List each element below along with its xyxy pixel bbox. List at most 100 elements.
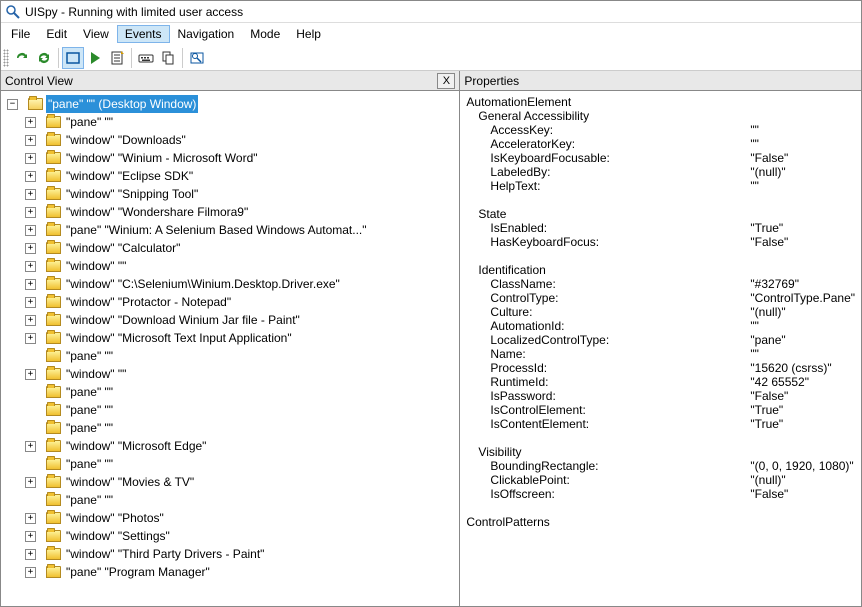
expander-icon[interactable]: + <box>25 171 36 182</box>
expander-icon[interactable]: + <box>25 189 36 200</box>
prop-value: "(null)" <box>750 305 855 319</box>
tree-row[interactable]: + "window" "" <box>3 257 457 275</box>
expander-icon[interactable]: + <box>25 261 36 272</box>
tree-row[interactable]: + "window" "Movies & TV" <box>3 473 457 491</box>
tree-node-label[interactable]: "pane" "" (Desktop Window) <box>46 95 198 113</box>
prop-row: IsControlElement:"True" <box>466 403 855 417</box>
tree-node-label[interactable]: "pane" "Program Manager" <box>64 563 212 581</box>
tree-node-label[interactable]: "window" "Winium - Microsoft Word" <box>64 149 260 167</box>
tree-row[interactable]: + "window" "Wondershare Filmora9" <box>3 203 457 221</box>
tree-node-label[interactable]: "window" "Microsoft Edge" <box>64 437 208 455</box>
tree-row[interactable]: + "window" "Winium - Microsoft Word" <box>3 149 457 167</box>
refresh-icon[interactable] <box>11 47 33 69</box>
toolbar-grip[interactable] <box>3 49 9 67</box>
expander-icon[interactable]: + <box>25 369 36 380</box>
tree-node-label[interactable]: "pane" "" <box>64 347 115 365</box>
tree-row[interactable]: + "window" "Snipping Tool" <box>3 185 457 203</box>
tree-row[interactable]: "pane" "" <box>3 455 457 473</box>
tree-row[interactable]: + "window" "Eclipse SDK" <box>3 167 457 185</box>
tree-node-label[interactable]: "window" "Wondershare Filmora9" <box>64 203 250 221</box>
sheet-icon[interactable] <box>106 47 128 69</box>
menu-mode[interactable]: Mode <box>242 25 288 43</box>
tree-node-label[interactable]: "window" "" <box>64 257 128 275</box>
tree-node-label[interactable]: "window" "Third Party Drivers - Paint" <box>64 545 266 563</box>
expander-icon[interactable]: − <box>7 99 18 110</box>
keyboard-icon[interactable] <box>135 47 157 69</box>
tree-row[interactable]: + "window" "Protactor - Notepad" <box>3 293 457 311</box>
menu-file[interactable]: File <box>3 25 38 43</box>
expander-icon[interactable]: + <box>25 297 36 308</box>
tree-row[interactable]: + "window" "" <box>3 365 457 383</box>
tree-node-label[interactable]: "pane" "" <box>64 491 115 509</box>
tree-row[interactable]: + "window" "Download Winium Jar file - Pa… <box>3 311 457 329</box>
menu-help[interactable]: Help <box>288 25 329 43</box>
tree-node-label[interactable]: "window" "Calculator" <box>64 239 182 257</box>
expander-icon[interactable]: + <box>25 279 36 290</box>
tree-node-label[interactable]: "window" "" <box>64 365 128 383</box>
prop-key: HasKeyboardFocus: <box>490 235 750 249</box>
control-view-close-button[interactable]: X <box>437 73 455 89</box>
tree-node-label[interactable]: "pane" "" <box>64 113 115 131</box>
tree-row[interactable]: + "window" "Settings" <box>3 527 457 545</box>
expander-icon[interactable]: + <box>25 531 36 542</box>
tree-node-label[interactable]: "window" "Movies & TV" <box>64 473 196 491</box>
tree-node-label[interactable]: "window" "Photos" <box>64 509 166 527</box>
tree-row[interactable]: + "pane" "Winium: A Selenium Based Window… <box>3 221 457 239</box>
tree-node-label[interactable]: "pane" "" <box>64 383 115 401</box>
tree-row[interactable]: + "window" "Calculator" <box>3 239 457 257</box>
tree-node-label[interactable]: "window" "Microsoft Text Input Applicati… <box>64 329 294 347</box>
control-tree[interactable]: − "pane" "" (Desktop Window) + "pane" "" + "w… <box>1 91 459 607</box>
tree-row[interactable]: + "window" "Third Party Drivers - Paint" <box>3 545 457 563</box>
tree-row[interactable]: "pane" "" <box>3 401 457 419</box>
tree-node-label[interactable]: "pane" "Winium: A Selenium Based Windows… <box>64 221 369 239</box>
expander-icon[interactable]: + <box>25 477 36 488</box>
expander-icon[interactable]: + <box>25 117 36 128</box>
expander-icon[interactable]: + <box>25 207 36 218</box>
tree-row[interactable]: + "pane" "Program Manager" <box>3 563 457 581</box>
expander-icon[interactable]: + <box>25 513 36 524</box>
expander-icon[interactable]: + <box>25 243 36 254</box>
tree-node-label[interactable]: "pane" "" <box>64 401 115 419</box>
menu-edit[interactable]: Edit <box>38 25 75 43</box>
tree-node-label[interactable]: "window" "Protactor - Notepad" <box>64 293 233 311</box>
tree-row[interactable]: + "window" "C:\Selenium\Winium.Desktop.Dr… <box>3 275 457 293</box>
play-icon[interactable] <box>84 47 106 69</box>
tree-row[interactable]: + "window" "Microsoft Edge" <box>3 437 457 455</box>
menu-events[interactable]: Events <box>117 25 170 43</box>
tree-row[interactable]: "pane" "" <box>3 491 457 509</box>
menu-view[interactable]: View <box>75 25 117 43</box>
expander-icon[interactable]: + <box>25 225 36 236</box>
tree-node-label[interactable]: "window" "Snipping Tool" <box>64 185 200 203</box>
tree-node-label[interactable]: "window" "Eclipse SDK" <box>64 167 195 185</box>
tree-node-label[interactable]: "window" "C:\Selenium\Winium.Desktop.Dri… <box>64 275 342 293</box>
tree-row[interactable]: − "pane" "" (Desktop Window) <box>3 95 457 113</box>
tree-row[interactable]: + "window" "Downloads" <box>3 131 457 149</box>
tree-node-label[interactable]: "window" "Download Winium Jar file - Pai… <box>64 311 302 329</box>
copy-icon[interactable] <box>157 47 179 69</box>
folder-icon <box>46 134 61 146</box>
tree-row[interactable]: + "pane" "" <box>3 113 457 131</box>
tree-row[interactable]: + "window" "Microsoft Text Input Applicat… <box>3 329 457 347</box>
rect-icon[interactable] <box>62 47 84 69</box>
tree-node-label[interactable]: "pane" "" <box>64 455 115 473</box>
tree-node-label[interactable]: "window" "Downloads" <box>64 131 188 149</box>
prop-value: "False" <box>750 151 855 165</box>
tree-row[interactable]: "pane" "" <box>3 383 457 401</box>
prop-row: Name:"" <box>466 347 855 361</box>
expander-icon[interactable]: + <box>25 567 36 578</box>
expander-icon[interactable]: + <box>25 549 36 560</box>
expander-icon[interactable]: + <box>25 333 36 344</box>
menu-navigation[interactable]: Navigation <box>170 25 243 43</box>
tree-row[interactable]: + "window" "Photos" <box>3 509 457 527</box>
target-icon[interactable] <box>186 47 208 69</box>
tree-node-label[interactable]: "window" "Settings" <box>64 527 172 545</box>
expander-icon[interactable]: + <box>25 315 36 326</box>
tree-row[interactable]: "pane" "" <box>3 347 457 365</box>
expander-icon[interactable]: + <box>25 135 36 146</box>
refresh-all-icon[interactable] <box>33 47 55 69</box>
expander-icon[interactable]: + <box>25 441 36 452</box>
folder-icon <box>46 242 61 254</box>
tree-row[interactable]: "pane" "" <box>3 419 457 437</box>
expander-icon[interactable]: + <box>25 153 36 164</box>
tree-node-label[interactable]: "pane" "" <box>64 419 115 437</box>
